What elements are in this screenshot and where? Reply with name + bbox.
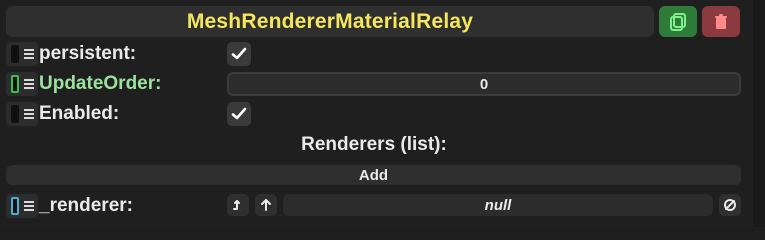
inspector-panel: MeshRendererMaterialRelay persistent: Up… xyxy=(0,0,753,227)
field-row-renderer: _renderer: null xyxy=(6,193,742,219)
persistent-checkbox[interactable] xyxy=(227,42,251,66)
field-label-update-order: UpdateOrder: xyxy=(39,73,162,94)
drag-handle[interactable] xyxy=(6,102,38,126)
drag-handle[interactable] xyxy=(6,194,38,218)
pill-icon xyxy=(11,75,19,93)
check-icon xyxy=(231,47,247,60)
clear-reference-button[interactable] xyxy=(719,194,741,216)
field-row-update-order: UpdateOrder: 0 xyxy=(6,71,742,97)
component-title: MeshRendererMaterialRelay xyxy=(186,9,474,33)
update-order-input[interactable]: 0 xyxy=(227,72,741,96)
menu-icon xyxy=(24,49,34,59)
drag-handle[interactable] xyxy=(6,42,38,66)
move-up-button[interactable] xyxy=(255,194,277,216)
renderers-section-title: Renderers (list): xyxy=(301,134,447,155)
check-icon xyxy=(231,107,247,120)
menu-icon xyxy=(24,79,34,89)
trash-icon xyxy=(715,13,727,29)
menu-icon xyxy=(24,201,34,211)
menu-icon xyxy=(24,109,34,119)
arrow-up-icon xyxy=(261,199,271,211)
component-header[interactable]: MeshRendererMaterialRelay xyxy=(6,6,654,37)
renderer-reference-field[interactable]: null xyxy=(283,194,713,216)
copy-button[interactable] xyxy=(659,6,697,37)
delete-button[interactable] xyxy=(702,6,740,37)
pill-icon xyxy=(11,197,19,215)
copy-icon xyxy=(670,12,686,31)
field-label-persistent: persistent: xyxy=(39,43,137,64)
scrollbar[interactable] xyxy=(753,0,765,227)
null-icon xyxy=(724,199,736,211)
field-row-persistent: persistent: xyxy=(6,41,742,67)
jump-button[interactable] xyxy=(227,194,249,216)
field-row-enabled: Enabled: xyxy=(6,101,742,127)
pill-icon xyxy=(11,105,19,123)
add-button[interactable]: Add xyxy=(6,165,741,185)
field-label-enabled: Enabled: xyxy=(39,103,120,124)
enabled-checkbox[interactable] xyxy=(227,102,251,126)
pill-icon xyxy=(11,45,19,63)
field-label-renderer: _renderer: xyxy=(39,195,133,216)
drag-handle[interactable] xyxy=(6,72,38,96)
jump-icon xyxy=(233,200,240,210)
